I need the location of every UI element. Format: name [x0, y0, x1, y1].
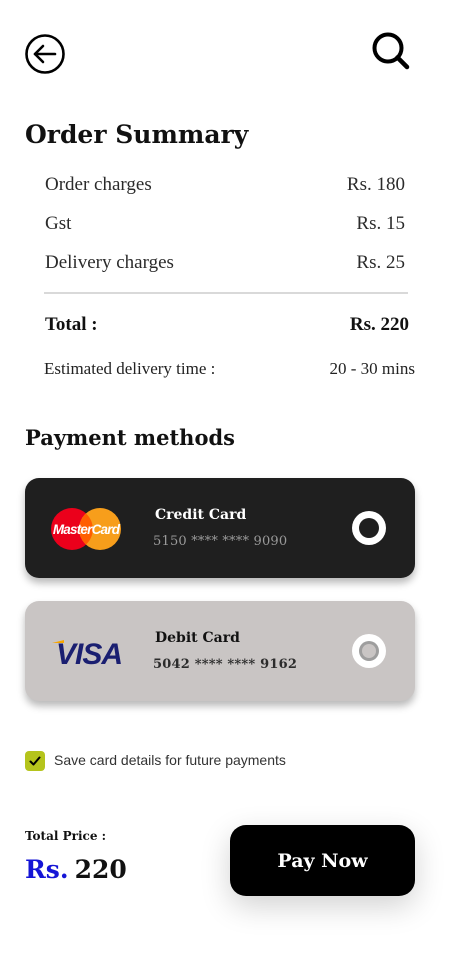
check-icon [29, 756, 41, 766]
summary-value: Rs. 180 [346, 174, 405, 195]
total-price-label: Total Price : [25, 829, 107, 843]
back-button[interactable] [24, 33, 66, 75]
card-name: Credit Card [155, 507, 247, 523]
total-price-value: Rs. 220 [25, 855, 127, 884]
estimated-delivery-value: 20 - 30 mins [329, 359, 415, 378]
save-card-checkbox-row[interactable]: Save card details for future payments [25, 750, 345, 772]
radio-selected[interactable] [352, 511, 386, 545]
save-card-label: Save card details for future payments [54, 752, 286, 768]
summary-divider [44, 292, 408, 294]
visa-wordmark: VISA [56, 638, 122, 666]
total-value: Rs. 220 [349, 314, 409, 335]
search-button[interactable] [370, 30, 412, 72]
summary-label: Gst [45, 213, 72, 234]
radio-unselected[interactable] [352, 634, 386, 668]
card-number: 5042 **** **** 9162 [153, 657, 298, 672]
total-row: Total : Rs. 220 [45, 314, 409, 340]
summary-row-order-charges: Order charges Rs. 180 [45, 174, 405, 198]
save-card-checkbox[interactable] [25, 751, 45, 771]
currency-label: Rs. [25, 855, 69, 884]
estimated-delivery-row: Estimated delivery time : 20 - 30 mins [44, 359, 415, 381]
amount-label: 220 [74, 855, 127, 884]
summary-value: Rs. 25 [356, 252, 405, 273]
mastercard-wordmark: MasterCard [53, 522, 121, 537]
summary-row-gst: Gst Rs. 15 [45, 213, 405, 237]
visa-logo: VISA [52, 638, 123, 666]
debit-card-option[interactable]: VISA Debit Card 5042 **** **** 9162 [25, 601, 415, 701]
estimated-delivery-label: Estimated delivery time : [44, 359, 216, 378]
search-icon [372, 32, 410, 70]
payment-methods-title: Payment methods [25, 425, 235, 450]
summary-label: Delivery charges [45, 252, 174, 273]
pay-now-button[interactable]: Pay Now [230, 825, 415, 896]
arrow-left-circle-icon [25, 34, 65, 74]
summary-label: Order charges [45, 174, 152, 195]
card-name: Debit Card [155, 630, 240, 646]
mastercard-logo: MasterCard [51, 508, 121, 550]
summary-row-delivery-charges: Delivery charges Rs. 25 [45, 252, 405, 276]
credit-card-option[interactable]: MasterCard Credit Card 5150 **** **** 90… [25, 478, 415, 578]
total-label: Total : [45, 314, 98, 335]
top-bar [0, 0, 465, 100]
summary-value: Rs. 15 [356, 213, 405, 234]
order-summary-title: Order Summary [25, 120, 249, 149]
card-number: 5150 **** **** 9090 [153, 534, 288, 549]
